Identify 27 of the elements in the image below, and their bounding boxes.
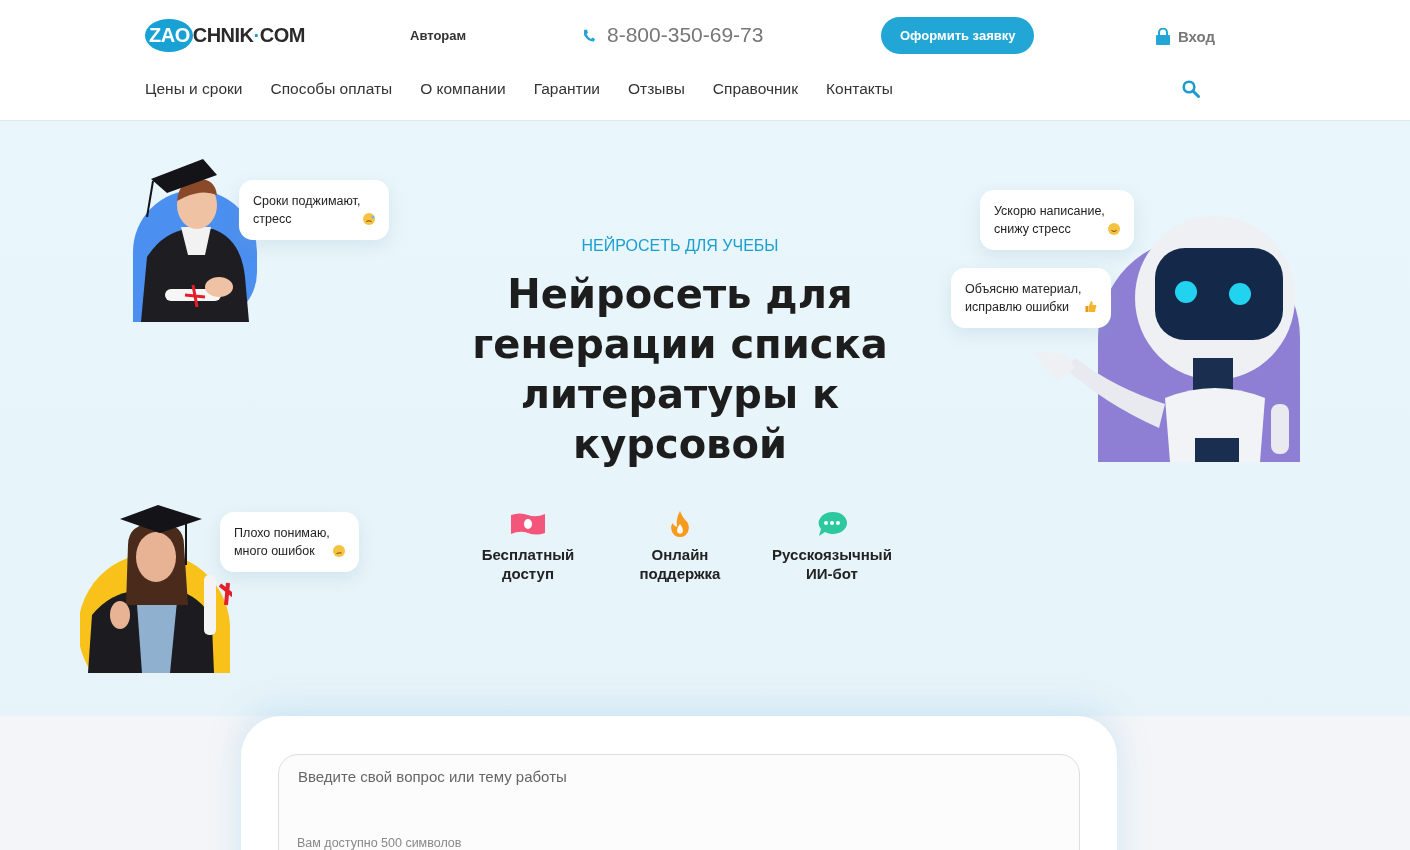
phone-icon	[583, 28, 595, 42]
chat-icon	[817, 511, 847, 537]
character-counter: Вам доступно 500 символов	[297, 836, 462, 850]
nav-link[interactable]: Отзывы	[628, 80, 685, 98]
search-icon[interactable]	[1182, 80, 1200, 98]
nav-link[interactable]: Контакты	[826, 80, 893, 98]
feature-label: Онлайн поддержка	[639, 545, 721, 583]
banknote-icon	[510, 511, 546, 537]
logo[interactable]: ZAOCHNIK·COM	[145, 18, 410, 52]
feature-label: Русскоязычный ИИ-бот	[772, 545, 892, 583]
bubble-text: Сроки поджимают, стресс	[253, 193, 361, 228]
feature-label: Бесплатный доступ	[481, 545, 575, 583]
page-title: Нейросеть для генерации списка литературы к курсовой	[471, 270, 889, 469]
nav-link[interactable]: Справочник	[712, 80, 799, 98]
nav-link[interactable]: Способы оплаты	[270, 80, 393, 98]
authors-link[interactable]: Авторам	[410, 27, 583, 43]
bubble-text: Объясню материал, исправлю ошибки	[965, 281, 1082, 316]
login-link[interactable]: Вход	[1177, 27, 1215, 45]
bubble-text: Плохо понимаю, много ошибок	[234, 525, 330, 560]
nav-link[interactable]: О компании	[420, 80, 506, 98]
flame-icon	[669, 511, 691, 537]
nav-link[interactable]: Цены и сроки	[145, 80, 243, 98]
nav-link[interactable]: Гарантии	[533, 80, 600, 98]
phone-number[interactable]: 8-800-350-69-73	[607, 23, 764, 47]
lock-icon	[1155, 27, 1170, 45]
section-eyebrow: НЕЙРОСЕТЬ ДЛЯ УЧЕБЫ	[581, 237, 779, 255]
bubble-text: Ускорю написание, снижу стресс	[994, 203, 1105, 238]
